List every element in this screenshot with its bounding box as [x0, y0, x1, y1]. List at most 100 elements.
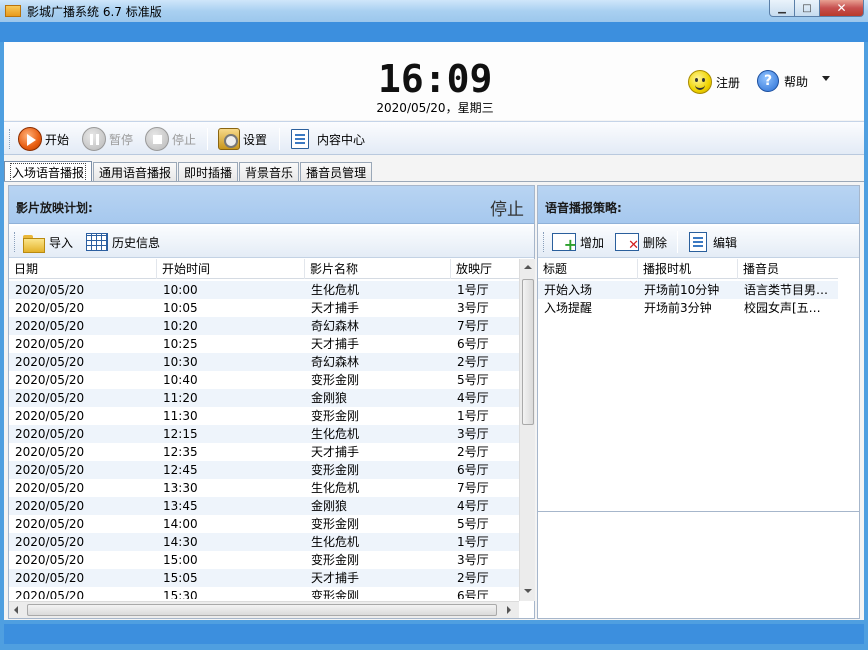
table-cell: 12:15: [163, 427, 198, 441]
table-cell: 奇幻森林: [311, 319, 360, 333]
table-cell: 11:20: [163, 391, 198, 405]
clock-date: 2020/05/20，星期三: [376, 101, 494, 115]
schedule-panel-header: 影片放映计划: 停止: [9, 186, 534, 224]
table-cell: 2020/05/20: [15, 463, 85, 477]
delete-button[interactable]: 删除: [615, 231, 667, 253]
delete-icon: [615, 233, 639, 253]
window-controls: ▁ □ ✕: [769, 0, 864, 17]
help-link[interactable]: ? 帮助: [757, 70, 808, 92]
minimize-button[interactable]: ▁: [769, 0, 795, 17]
scroll-thumb[interactable]: [27, 604, 497, 616]
maximize-button[interactable]: □: [795, 0, 820, 17]
add-button[interactable]: 增加: [552, 231, 604, 254]
table-cell: 变形金刚: [311, 517, 360, 531]
stop-button[interactable]: 停止: [145, 127, 196, 151]
table-row[interactable]: 2020/05/20 12:35 天才捕手 2号厅: [9, 443, 519, 461]
col-announcer[interactable]: 播音员: [738, 259, 838, 279]
table-cell: 天才捕手: [311, 337, 360, 351]
table-row[interactable]: 2020/05/20 13:45 金刚狼 4号厅: [9, 497, 519, 515]
toolbar-separator: [677, 231, 678, 253]
table-row[interactable]: 2020/05/20 10:20 奇幻森林 7号厅: [9, 317, 519, 335]
col-date[interactable]: 日期: [9, 259, 157, 279]
table-row[interactable]: 2020/05/20 10:00 生化危机 1号厅: [9, 281, 519, 299]
edit-button[interactable]: 编辑: [689, 231, 737, 253]
table-cell: 生化危机: [311, 427, 360, 441]
tab-label: 通用语音播报: [99, 166, 172, 180]
scroll-thumb[interactable]: [522, 279, 534, 425]
help-icon: ?: [757, 70, 779, 92]
table-cell: 4号厅: [457, 499, 489, 513]
tab-background-music[interactable]: 背景音乐: [239, 162, 300, 182]
table-cell: 2020/05/20: [15, 355, 85, 369]
schedule-vertical-scrollbar[interactable]: [519, 259, 535, 601]
scroll-right-icon[interactable]: [507, 606, 511, 614]
table-cell: 变形金刚: [311, 409, 360, 423]
smiley-icon: [688, 70, 712, 94]
col-start-time[interactable]: 开始时间: [157, 259, 305, 279]
schedule-table-header: 日期 开始时间 影片名称 放映厅: [9, 259, 519, 279]
table-cell: 2020/05/20: [15, 391, 85, 405]
start-button[interactable]: 开始: [18, 127, 69, 151]
table-row[interactable]: 开始入场 开场前10分钟 语言类节目男…: [538, 281, 838, 299]
table-row[interactable]: 2020/05/20 10:30 奇幻森林 2号厅: [9, 353, 519, 371]
tab-general-broadcast[interactable]: 通用语音播报: [93, 162, 178, 182]
title-bar[interactable]: 影城广播系统 6.7 标准版 ▁ □ ✕: [0, 0, 868, 22]
table-row[interactable]: 2020/05/20 10:40 变形金刚 5号厅: [9, 371, 519, 389]
history-button[interactable]: 历史信息: [86, 231, 160, 253]
tab-label: 播音员管理: [306, 166, 367, 180]
table-row[interactable]: 2020/05/20 14:00 变形金刚 5号厅: [9, 515, 519, 533]
playback-status: 停止: [490, 200, 524, 220]
table-row[interactable]: 2020/05/20 10:05 天才捕手 3号厅: [9, 299, 519, 317]
table-cell: 天才捕手: [311, 445, 360, 459]
table-row[interactable]: 2020/05/20 15:00 变形金刚 3号厅: [9, 551, 519, 569]
table-cell: 2020/05/20: [15, 499, 85, 513]
strategy-panel-header: 语音播报策略:: [538, 186, 859, 224]
table-cell: 6号厅: [457, 463, 489, 477]
content-center-button[interactable]: 内容中心: [291, 127, 365, 151]
tab-entry-broadcast[interactable]: 入场语音播报: [4, 161, 93, 182]
status-bar: [4, 624, 864, 644]
table-cell: 开始入场: [544, 283, 593, 297]
close-button[interactable]: ✕: [820, 0, 864, 17]
register-link[interactable]: 注册: [688, 70, 740, 94]
panel-divider: [538, 511, 859, 512]
tab-announcer-management[interactable]: 播音员管理: [300, 162, 373, 182]
col-timing[interactable]: 播报时机: [638, 259, 738, 279]
pause-button[interactable]: 暂停: [82, 127, 133, 151]
table-row[interactable]: 2020/05/20 12:45 变形金刚 6号厅: [9, 461, 519, 479]
table-cell: 开场前10分钟: [644, 283, 720, 297]
col-hall[interactable]: 放映厅: [451, 259, 519, 279]
schedule-horizontal-scrollbar[interactable]: [9, 601, 519, 618]
table-row[interactable]: 2020/05/20 13:30 生化危机 7号厅: [9, 479, 519, 497]
tab-instant-insert[interactable]: 即时插播: [178, 162, 239, 182]
table-cell: 6号厅: [457, 337, 489, 351]
table-row[interactable]: 入场提醒 开场前3分钟 校园女声[五…: [538, 299, 838, 317]
table-row[interactable]: 2020/05/20 15:30 变形金刚 6号厅: [9, 587, 519, 599]
col-movie-name[interactable]: 影片名称: [305, 259, 451, 279]
import-button[interactable]: 导入: [23, 231, 73, 253]
chevron-down-icon[interactable]: [822, 76, 830, 81]
table-cell: 金刚狼: [311, 391, 348, 405]
table-cell: 金刚狼: [311, 499, 348, 513]
register-label: 注册: [716, 75, 741, 90]
table-cell: 3号厅: [457, 427, 489, 441]
strategy-title: 语音播报策略:: [545, 201, 622, 215]
scroll-down-icon[interactable]: [524, 589, 532, 593]
scroll-left-icon[interactable]: [14, 606, 18, 614]
table-row[interactable]: 2020/05/20 11:20 金刚狼 4号厅: [9, 389, 519, 407]
table-row[interactable]: 2020/05/20 14:30 生化危机 1号厅: [9, 533, 519, 551]
table-cell: 变形金刚: [311, 589, 360, 599]
table-cell: 2020/05/20: [15, 535, 85, 549]
table-row[interactable]: 2020/05/20 12:15 生化危机 3号厅: [9, 425, 519, 443]
table-row[interactable]: 2020/05/20 15:05 天才捕手 2号厅: [9, 569, 519, 587]
app-icon: [5, 5, 21, 17]
table-cell: 2020/05/20: [15, 319, 85, 333]
settings-button[interactable]: 设置: [218, 127, 267, 151]
table-cell: 2020/05/20: [15, 409, 85, 423]
table-row[interactable]: 2020/05/20 10:25 天才捕手 6号厅: [9, 335, 519, 353]
table-cell: 13:45: [163, 499, 198, 513]
table-cell: 15:05: [163, 571, 198, 585]
scroll-up-icon[interactable]: [524, 265, 532, 269]
col-title[interactable]: 标题: [538, 259, 638, 279]
table-row[interactable]: 2020/05/20 11:30 变形金刚 1号厅: [9, 407, 519, 425]
